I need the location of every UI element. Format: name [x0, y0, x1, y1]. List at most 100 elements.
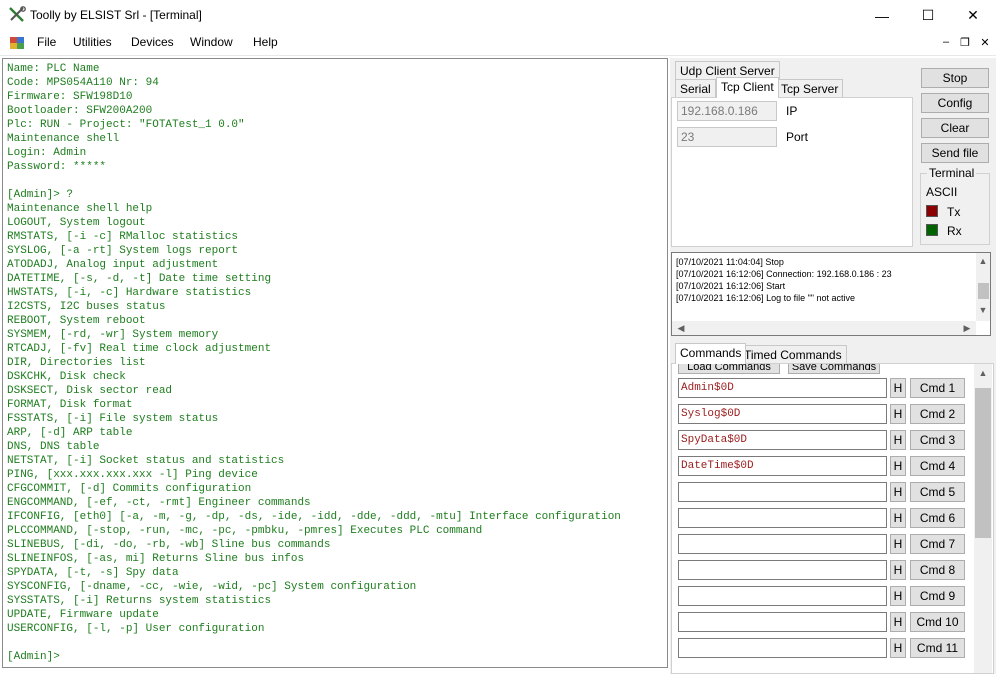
command-input[interactable]: DateTime$0D: [678, 456, 887, 476]
command-send-button[interactable]: Cmd 11: [910, 638, 965, 658]
command-input[interactable]: [678, 508, 887, 528]
load-commands-button[interactable]: Load Commands: [678, 364, 780, 374]
log-vscroll-thumb[interactable]: [978, 283, 989, 299]
command-input[interactable]: [678, 586, 887, 606]
command-send-button[interactable]: Cmd 8: [910, 560, 965, 580]
command-input[interactable]: [678, 638, 887, 658]
tab-tcp-client[interactable]: Tcp Client: [716, 77, 779, 98]
tab-tcp-server[interactable]: Tcp Server: [776, 79, 844, 98]
terminal-line: Name: PLC Name: [7, 63, 100, 75]
scroll-up-icon[interactable]: ▲: [976, 256, 990, 266]
command-send-button[interactable]: Cmd 3: [910, 430, 965, 450]
terminal-line: SYSCONFIG, [-dname, -cc, -wie, -wid, -pc…: [7, 581, 417, 593]
hex-toggle-button[interactable]: H: [890, 560, 906, 580]
command-input[interactable]: Syslog$0D: [678, 404, 887, 424]
tab-serial[interactable]: Serial: [675, 79, 716, 98]
terminal-line: SLINEINFOS, [-as, mi] Returns Sline bus …: [7, 553, 305, 565]
ip-field[interactable]: 192.168.0.186: [677, 101, 777, 121]
menu-utilities[interactable]: Utilities: [73, 35, 112, 52]
tab-timed-commands[interactable]: Timed Commands: [739, 345, 847, 364]
terminal-output[interactable]: Name: PLC Name Code: MPS054A110 Nr: 94 Fir…: [2, 58, 668, 668]
terminal-line: FSSTATS, [-i] File system status: [7, 413, 219, 425]
terminal-line: SYSMEM, [-rd, -wr] System memory: [7, 329, 219, 341]
hex-toggle-button[interactable]: H: [890, 378, 906, 398]
command-send-button[interactable]: Cmd 7: [910, 534, 965, 554]
menu-devices[interactable]: Devices: [131, 35, 174, 52]
mdi-restore-button[interactable]: ❐: [956, 36, 974, 49]
tab-commands[interactable]: Commands: [675, 343, 747, 364]
commands-panel: Load Commands Save Commands Admin$0D H Cmd…: [671, 363, 994, 674]
terminal-line: [Admin]>: [7, 651, 60, 663]
log-line: [07/10/2021 16:12:06] Connection: 192.16…: [676, 269, 892, 279]
maximize-button[interactable]: ☐: [905, 0, 951, 31]
stop-button[interactable]: Stop: [921, 68, 989, 88]
terminal-line: IFCONFIG, [eth0] [-a, -m, -g, -dp, -ds, …: [7, 511, 621, 523]
command-input[interactable]: Admin$0D: [678, 378, 887, 398]
mdi-close-button[interactable]: ✕: [976, 36, 994, 49]
save-commands-button[interactable]: Save Commands: [788, 364, 880, 374]
command-send-button[interactable]: Cmd 9: [910, 586, 965, 606]
hex-toggle-button[interactable]: H: [890, 482, 906, 502]
terminal-line: ARP, [-d] ARP table: [7, 427, 133, 439]
close-button[interactable]: ✕: [950, 0, 996, 31]
terminal-line: SPYDATA, [-t, -s] Spy data: [7, 567, 179, 579]
log-line: [07/10/2021 16:12:06] Log to file "" not…: [676, 293, 856, 303]
command-send-button[interactable]: Cmd 10: [910, 612, 965, 632]
rx-label: Rx: [947, 224, 962, 238]
terminal-line: Maintenance shell: [7, 133, 120, 145]
terminal-line: Firmware: SFW198D10: [7, 91, 133, 103]
terminal-line: Maintenance shell help: [7, 203, 153, 215]
config-button[interactable]: Config: [921, 93, 989, 113]
menu-file[interactable]: File: [37, 35, 56, 52]
command-input[interactable]: SpyData$0D: [678, 430, 887, 450]
command-send-button[interactable]: Cmd 5: [910, 482, 965, 502]
hex-toggle-button[interactable]: H: [890, 456, 906, 476]
scroll-right-icon[interactable]: ▶: [960, 323, 974, 334]
terminal-line: REBOOT, System reboot: [7, 315, 146, 327]
menu-help[interactable]: Help: [253, 35, 278, 52]
hex-toggle-button[interactable]: H: [890, 404, 906, 424]
terminal-line: Plc: RUN - Project: "FOTATest_1 0.0": [7, 119, 245, 131]
hex-toggle-button[interactable]: H: [890, 534, 906, 554]
port-field[interactable]: 23: [677, 127, 777, 147]
terminal-line: USERCONFIG, [-l, -p] User configuration: [7, 623, 265, 635]
command-input[interactable]: [678, 482, 887, 502]
terminal-group-label: Terminal: [927, 166, 977, 180]
command-send-button[interactable]: Cmd 4: [910, 456, 965, 476]
terminal-line: [Admin]> ?: [7, 189, 74, 201]
command-send-button[interactable]: Cmd 6: [910, 508, 965, 528]
clear-button[interactable]: Clear: [921, 118, 989, 138]
terminal-line: DATETIME, [-s, -d, -t] Date time setting: [7, 273, 272, 285]
tx-indicator: [926, 205, 938, 217]
scroll-down-icon[interactable]: ▼: [976, 305, 990, 315]
hex-toggle-button[interactable]: H: [890, 612, 906, 632]
log-hscrollbar[interactable]: [672, 321, 976, 335]
command-input[interactable]: [678, 560, 887, 580]
commands-vscroll-thumb[interactable]: [975, 388, 991, 538]
menu-window[interactable]: Window: [190, 35, 233, 52]
mdi-minimize-button[interactable]: ‒: [937, 36, 955, 48]
command-input[interactable]: [678, 534, 887, 554]
command-send-button[interactable]: Cmd 2: [910, 404, 965, 424]
terminal-line: DIR, Directories list: [7, 357, 146, 369]
log-line: [07/10/2021 11:04:04] Stop: [676, 257, 784, 267]
commands-scroll-up-icon[interactable]: ▲: [976, 368, 990, 378]
minimize-button[interactable]: —: [859, 0, 905, 31]
terminal-line: RMSTATS, [-i -c] RMalloc statistics: [7, 231, 239, 243]
hex-toggle-button[interactable]: H: [890, 586, 906, 606]
scroll-left-icon[interactable]: ◀: [674, 323, 688, 334]
terminal-line: NETSTAT, [-i] Socket status and statisti…: [7, 455, 285, 467]
log-box[interactable]: [07/10/2021 11:04:04] Stop [07/10/2021 16…: [671, 252, 991, 336]
hex-toggle-button[interactable]: H: [890, 508, 906, 528]
send-file-button[interactable]: Send file: [921, 143, 989, 163]
command-send-button[interactable]: Cmd 1: [910, 378, 965, 398]
mdi-document-icon[interactable]: [10, 36, 24, 50]
command-input[interactable]: [678, 612, 887, 632]
hex-toggle-button[interactable]: H: [890, 430, 906, 450]
terminal-line: Login: Admin: [7, 147, 87, 159]
terminal-line: ATODADJ, Analog input adjustment: [7, 259, 219, 271]
terminal-line: LOGOUT, System logout: [7, 217, 146, 229]
hex-toggle-button[interactable]: H: [890, 638, 906, 658]
